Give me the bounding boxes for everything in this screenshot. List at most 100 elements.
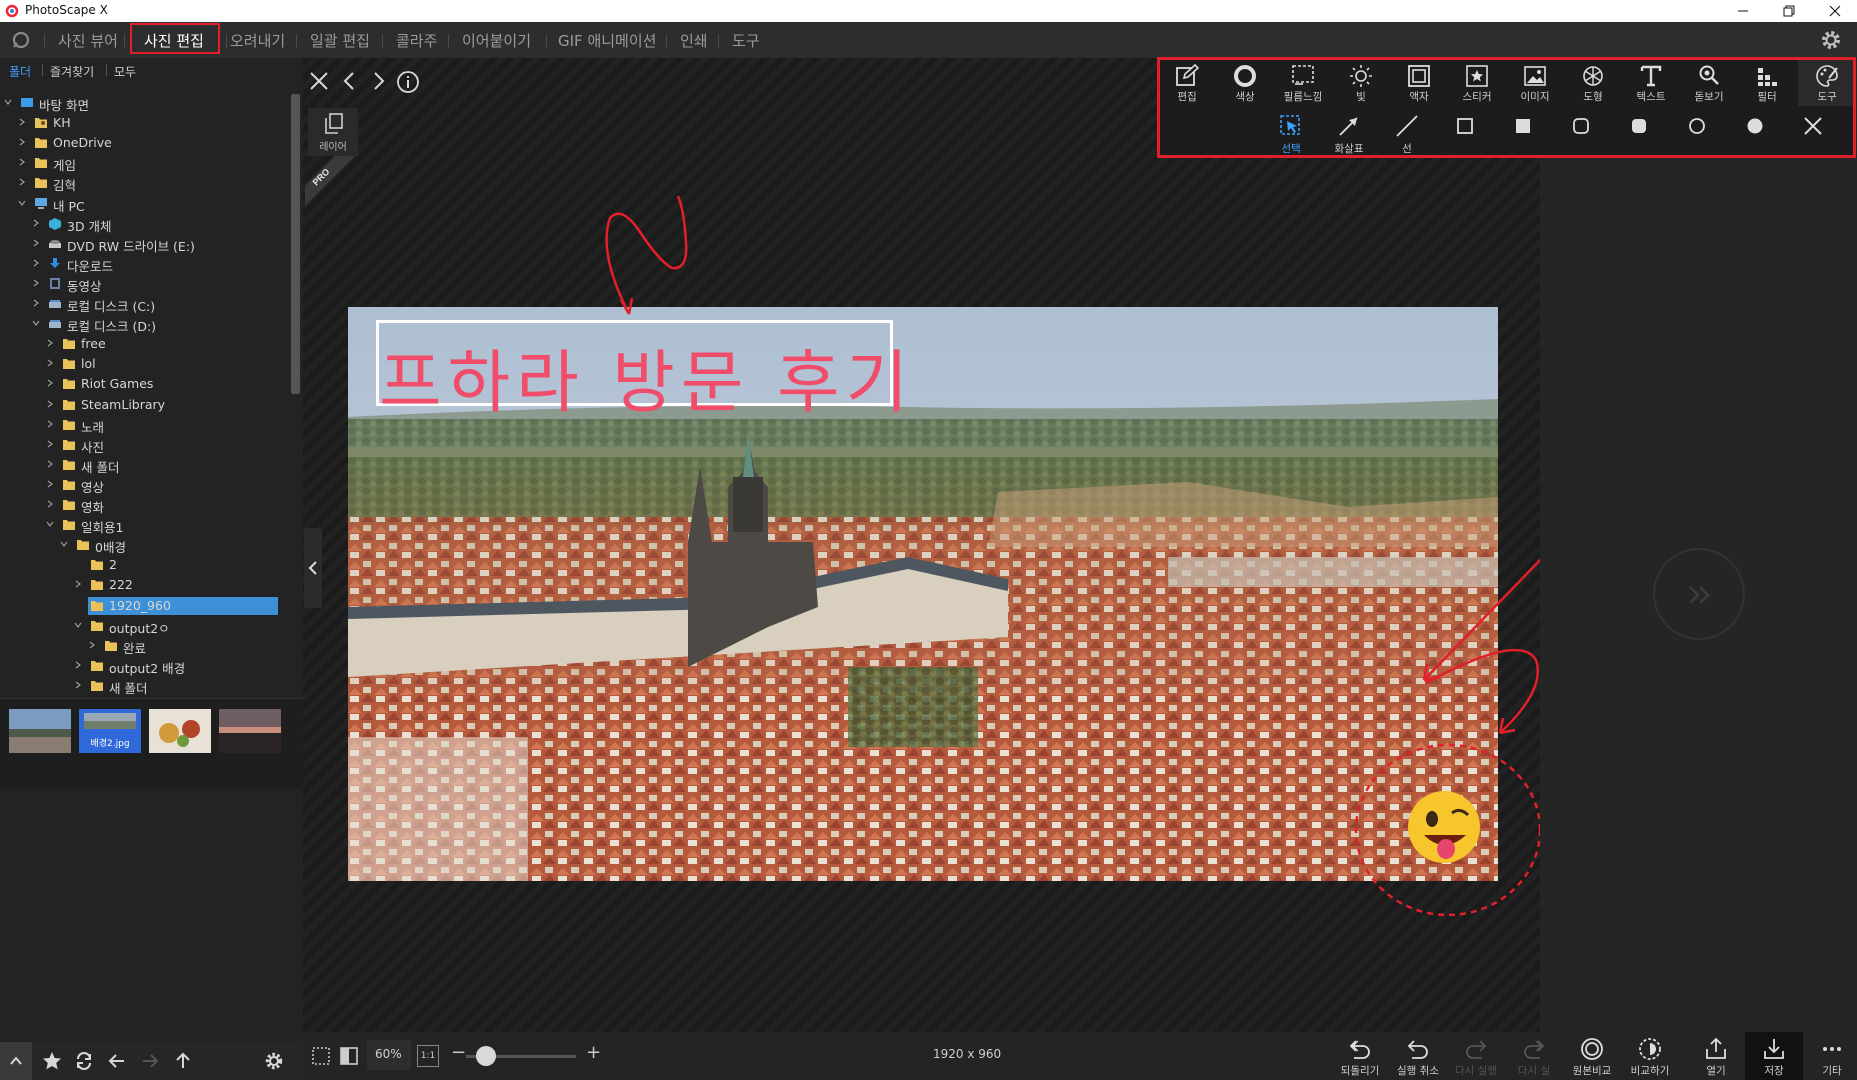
tree-item[interactable]: free bbox=[0, 335, 290, 353]
open-button[interactable]: 열기 bbox=[1687, 1032, 1745, 1080]
chevron-right-icon[interactable] bbox=[74, 661, 82, 669]
revert-button[interactable]: 되돌리기 bbox=[1331, 1032, 1389, 1080]
chevron-right-icon[interactable] bbox=[32, 259, 40, 267]
tree-item[interactable]: 로컬 디스크 (D:) bbox=[0, 315, 290, 334]
tree-item[interactable]: 노래 bbox=[0, 416, 290, 435]
tree-item[interactable]: 내 PC bbox=[0, 195, 290, 214]
chevron-right-icon[interactable] bbox=[74, 681, 82, 689]
subtool-select[interactable]: 선택 bbox=[1262, 108, 1320, 156]
tree-item[interactable]: 동영상 bbox=[0, 275, 290, 294]
refresh-icon[interactable] bbox=[74, 1051, 94, 1071]
tab-batch[interactable]: 일괄 편집 bbox=[310, 30, 370, 51]
tab-combine[interactable]: 이어붙이기 bbox=[462, 30, 531, 51]
maximize-button[interactable] bbox=[1766, 0, 1812, 22]
chevron-right-icon[interactable] bbox=[46, 420, 54, 428]
tool-text[interactable]: 텍스트 bbox=[1622, 58, 1680, 106]
grid-view-icon[interactable] bbox=[311, 1046, 331, 1066]
thumbnail-item[interactable] bbox=[9, 709, 71, 753]
tree-item[interactable]: 새 폴더 bbox=[0, 677, 290, 696]
star-icon[interactable] bbox=[42, 1051, 62, 1071]
tool-edit[interactable]: 편집 bbox=[1158, 58, 1216, 106]
layer-button[interactable]: 레이어 bbox=[308, 108, 358, 156]
subtool-rectangle-outline[interactable] bbox=[1436, 108, 1494, 156]
tree-item[interactable]: DVD RW 드라이브 (E:) bbox=[0, 235, 290, 254]
subtool-rectangle-filled[interactable] bbox=[1494, 108, 1552, 156]
collapse-panel-button[interactable] bbox=[304, 528, 322, 608]
chevron-right-icon[interactable] bbox=[46, 480, 54, 488]
tree-scrollbar[interactable] bbox=[291, 94, 300, 394]
chevron-right-icon[interactable] bbox=[32, 299, 40, 307]
tab-cut-out[interactable]: 오려내기 bbox=[230, 30, 285, 51]
tab-folders[interactable]: 폴더 bbox=[9, 63, 31, 80]
chevron-right-icon[interactable] bbox=[88, 641, 96, 649]
tool-film[interactable]: 필름느낌 bbox=[1274, 58, 1332, 106]
chevron-right-icon[interactable] bbox=[46, 379, 54, 387]
tool-tools[interactable]: 도구 bbox=[1798, 58, 1856, 106]
chevron-down-icon[interactable] bbox=[60, 540, 68, 548]
info-icon[interactable] bbox=[396, 70, 420, 94]
tree-item[interactable]: output2ㅇ bbox=[0, 617, 290, 636]
chevron-right-icon[interactable] bbox=[18, 138, 26, 146]
chevron-right-icon[interactable] bbox=[46, 440, 54, 448]
settings-gear-icon[interactable] bbox=[1820, 29, 1842, 51]
chevron-down-icon[interactable] bbox=[32, 319, 40, 327]
chevron-down-icon[interactable] bbox=[46, 520, 54, 528]
tree-item[interactable]: KH bbox=[0, 114, 290, 132]
tree-item[interactable]: 1920_960 bbox=[0, 596, 290, 615]
chevron-right-icon[interactable] bbox=[32, 219, 40, 227]
close-window-button[interactable] bbox=[1812, 0, 1857, 22]
split-view-icon[interactable] bbox=[339, 1046, 359, 1066]
tree-item[interactable]: OneDrive bbox=[0, 134, 290, 152]
tool-color[interactable]: 색상 bbox=[1216, 58, 1274, 106]
subtool-line[interactable]: 선 bbox=[1378, 108, 1436, 156]
chevron-right-icon[interactable] bbox=[32, 239, 40, 247]
chevron-right-icon[interactable] bbox=[46, 339, 54, 347]
chevron-right-icon[interactable] bbox=[46, 359, 54, 367]
subtool-rounded-filled[interactable] bbox=[1610, 108, 1668, 156]
tree-item[interactable]: 김혁 bbox=[0, 174, 290, 193]
save-button[interactable]: 저장 bbox=[1745, 1032, 1803, 1080]
subtool-rounded-outline[interactable] bbox=[1552, 108, 1610, 156]
compare-button[interactable]: 비교하기 bbox=[1621, 1032, 1679, 1080]
tab-tools[interactable]: 도구 bbox=[732, 30, 760, 51]
zoom-in-icon[interactable]: + bbox=[586, 1042, 601, 1063]
chevron-down-icon[interactable] bbox=[74, 621, 82, 629]
tool-sticker[interactable]: 스티커 bbox=[1448, 58, 1506, 106]
tree-item[interactable]: 로컬 디스크 (C:) bbox=[0, 295, 290, 314]
browser-settings-gear-icon[interactable] bbox=[264, 1051, 284, 1071]
tab-photo-editor[interactable]: 사진 편집 bbox=[144, 30, 204, 51]
tree-item[interactable]: 일회용1 bbox=[0, 516, 290, 535]
tool-frame[interactable]: 액자 bbox=[1390, 58, 1448, 106]
zoom-out-icon[interactable]: − bbox=[451, 1042, 466, 1063]
chevron-right-icon[interactable] bbox=[18, 158, 26, 166]
tree-item[interactable]: 영상 bbox=[0, 476, 290, 495]
tool-magnifier[interactable]: 돋보기 bbox=[1680, 58, 1738, 106]
thumbnail-item-selected[interactable]: 배경2.jpg bbox=[79, 709, 141, 753]
tree-item[interactable]: 222 bbox=[0, 576, 290, 594]
tree-item[interactable]: 다운로드 bbox=[0, 255, 290, 274]
subtool-circle-outline[interactable] bbox=[1668, 108, 1726, 156]
chevron-down-icon[interactable] bbox=[18, 199, 26, 207]
zoom-slider-track[interactable] bbox=[466, 1046, 576, 1066]
tree-item[interactable]: 0배경 bbox=[0, 536, 290, 555]
tree-item[interactable]: output2 배경 bbox=[0, 657, 290, 676]
thumbnail-item[interactable] bbox=[149, 709, 211, 753]
tree-item[interactable]: 게임 bbox=[0, 154, 290, 173]
minimize-button[interactable] bbox=[1720, 0, 1766, 22]
arrow-left-icon[interactable] bbox=[107, 1051, 127, 1071]
tool-image[interactable]: 이미지 bbox=[1506, 58, 1564, 106]
tab-all[interactable]: 모두 bbox=[114, 63, 136, 80]
more-button[interactable]: 기타 bbox=[1803, 1032, 1857, 1080]
close-image-icon[interactable] bbox=[308, 70, 330, 92]
tree-item[interactable]: 영화 bbox=[0, 496, 290, 515]
undo-button[interactable]: 실행 취소 bbox=[1389, 1032, 1447, 1080]
tree-item[interactable]: 새 폴더 bbox=[0, 456, 290, 475]
subtool-arrow[interactable]: 화살표 bbox=[1320, 108, 1378, 156]
tree-item[interactable]: 완료 bbox=[0, 637, 290, 656]
chevron-right-icon[interactable] bbox=[46, 460, 54, 468]
photo-canvas[interactable]: 프하라 방문 후기 bbox=[348, 307, 1498, 881]
next-photo-button[interactable] bbox=[1653, 548, 1745, 640]
chevron-right-icon[interactable] bbox=[46, 400, 54, 408]
arrow-up-icon[interactable] bbox=[173, 1051, 193, 1071]
zoom-slider-thumb[interactable] bbox=[475, 1046, 496, 1066]
